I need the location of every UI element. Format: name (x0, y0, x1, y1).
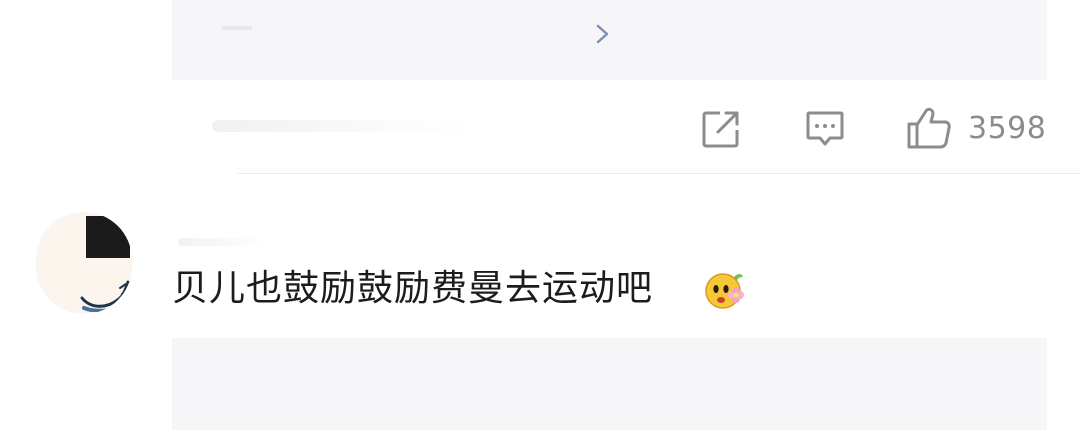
section-divider (238, 173, 1080, 174)
comment-icon[interactable] (804, 108, 846, 150)
quoted-post-card[interactable] (172, 0, 1047, 80)
post-action-bar: 3598 (172, 80, 1080, 174)
flower-face-emoji-icon (705, 273, 744, 309)
avatar-drawing (80, 280, 131, 312)
quoted-post-blurred-text (222, 26, 252, 30)
post-meta-blurred (212, 120, 472, 132)
avatar[interactable] (36, 212, 132, 314)
like-button[interactable]: 3598 (906, 102, 1048, 154)
chevron-right-icon[interactable] (590, 14, 616, 54)
post-detail-page: 3598 贝儿也鼓励鼓励费曼去运动吧 (0, 0, 1080, 443)
reply-preview-card[interactable] (172, 338, 1047, 430)
comment-text: 贝儿也鼓励鼓励费曼去运动吧 (172, 268, 654, 309)
share-icon[interactable] (700, 108, 742, 150)
like-count: 3598 (968, 110, 1047, 146)
thumbs-up-icon (907, 107, 951, 149)
commenter-name-blurred (178, 238, 268, 246)
